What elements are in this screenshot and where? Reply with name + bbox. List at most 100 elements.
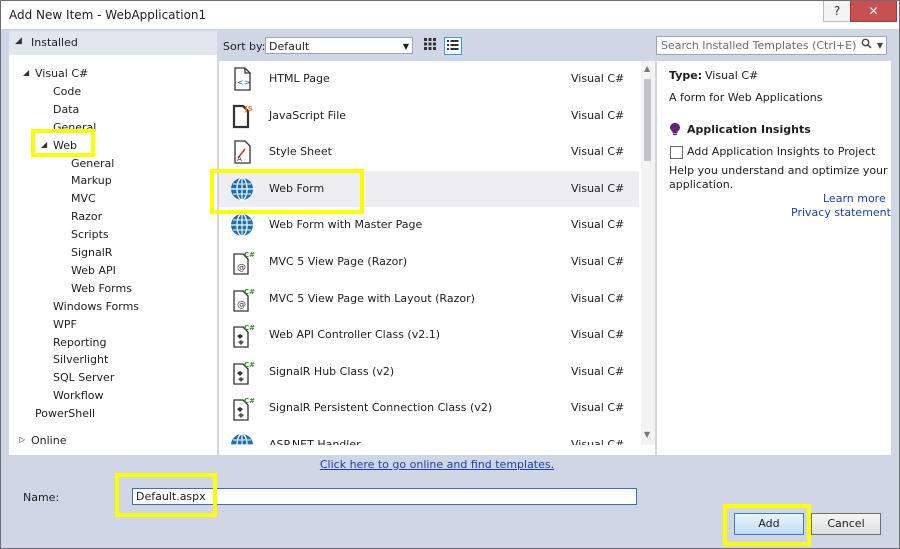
template-row[interactable]: C# SignalR Hub Class (v2) Visual C# [219, 354, 639, 390]
template-language: Visual C# [571, 72, 625, 85]
mvc-view-page-icon: @ C# [229, 249, 255, 275]
tree-item[interactable]: SQL Server [53, 371, 114, 384]
tree-item-online[interactable]: ▷ Online [19, 434, 67, 447]
list-view-icon[interactable] [444, 37, 462, 55]
tree-item[interactable]: General [53, 121, 96, 134]
template-row[interactable]: ASP.NET Handler Visual C# [219, 427, 639, 445]
svg-text:C#: C# [244, 324, 255, 332]
tree-item-label: WPF [53, 317, 77, 331]
tree-item-label: Web [53, 138, 77, 152]
tree-item[interactable]: SignalR [71, 246, 112, 259]
web-form-globe-icon [229, 212, 255, 238]
expand-arrow-icon[interactable]: ▷ [19, 435, 25, 444]
template-row[interactable]: A Style Sheet Visual C# [219, 134, 639, 170]
template-row[interactable]: @ C# MVC 5 View Page with Layout (Razor) Vi… [219, 281, 639, 317]
template-language: Visual C# [571, 438, 625, 445]
tree-item[interactable]: MVC [71, 192, 96, 205]
tree-item-label: MVC [71, 192, 96, 206]
template-row[interactable]: JS JavaScript File Visual C# [219, 98, 639, 134]
tree-item-label: PowerShell [35, 407, 96, 421]
online-templates-link[interactable]: Click here to go online and find templat… [219, 458, 655, 471]
application-insights-help-line2: application. [669, 178, 734, 191]
expand-arrow-icon[interactable]: ◢ [23, 68, 29, 77]
privacy-statement-link[interactable]: Privacy statement [791, 206, 891, 219]
type-label: Type: [669, 69, 703, 82]
svg-text:C#: C# [244, 288, 255, 296]
application-insights-title: Application Insights [687, 123, 811, 136]
tree-item[interactable]: Web API [71, 264, 116, 277]
cancel-button[interactable]: Cancel [811, 513, 881, 535]
tree-item[interactable]: Reporting [53, 336, 106, 349]
tree-item[interactable]: WPF [53, 318, 77, 331]
tree-item-label: Web Forms [71, 281, 132, 295]
tree-item-label: Code [53, 84, 82, 98]
template-language: Visual C# [571, 401, 625, 415]
dialog-footer: Name: Default.aspx Add Cancel [1, 479, 899, 548]
add-application-insights-label[interactable]: Add Application Insights to Project [687, 145, 875, 158]
expand-arrow-icon[interactable]: ◢ [41, 140, 47, 149]
template-name: MVC 5 View Page (Razor) [269, 255, 408, 268]
grid-view-icon[interactable] [421, 37, 439, 55]
tree-item[interactable]: Workflow [53, 389, 104, 402]
tree-item[interactable]: General [71, 157, 114, 170]
javascript-file-icon: JS [229, 103, 255, 129]
template-list-scrollbar[interactable]: ▲ ▼ [641, 61, 655, 445]
tree-item-label: Data [53, 102, 80, 116]
search-placeholder: Search Installed Templates (Ctrl+E) [661, 39, 857, 52]
template-name: Web Form [269, 181, 325, 195]
scroll-up-arrow-icon[interactable]: ▲ [644, 64, 650, 73]
tree-item[interactable]: Silverlight [53, 353, 108, 366]
web-form-globe-icon [229, 432, 255, 445]
template-search-input[interactable]: Search Installed Templates (Ctrl+E) ▼ [656, 36, 887, 55]
mvc-view-page-icon: @ C# [229, 286, 255, 312]
tree-item[interactable]: Windows Forms [53, 300, 139, 313]
template-row[interactable]: C# SignalR Persistent Connection Class (v… [219, 390, 639, 426]
template-row[interactable]: Web Form with Master Page Visual C# [219, 207, 639, 243]
template-language: Visual C# [571, 145, 625, 159]
tree-item[interactable]: Web ◢ [41, 138, 77, 152]
template-name: Web Form with Master Page [269, 218, 423, 232]
tree-item[interactable]: Visual C# ◢ [23, 67, 88, 80]
chevron-down-icon: ▼ [402, 42, 409, 51]
template-row[interactable]: <> HTML Page Visual C# [219, 61, 639, 97]
template-language: Visual C# [571, 328, 625, 342]
svg-text:JS: JS [244, 105, 253, 113]
tree-item-label: Scripts [71, 228, 109, 242]
scroll-thumb[interactable] [644, 79, 651, 161]
tree-item[interactable]: Scripts [71, 228, 109, 241]
add-button[interactable]: Add [734, 513, 804, 535]
template-language: Visual C# [571, 108, 625, 122]
tree-item-label: Online [31, 434, 67, 447]
template-language: Visual C# [571, 181, 625, 195]
tree-item[interactable]: Markup [71, 174, 112, 187]
installed-header[interactable]: ◢ Installed [9, 31, 217, 55]
help-button[interactable]: ? [823, 1, 851, 22]
name-input[interactable]: Default.aspx [132, 488, 637, 505]
template-row[interactable]: Web Form Visual C# [219, 170, 639, 207]
search-icon[interactable] [861, 37, 872, 54]
tree-item[interactable]: PowerShell [35, 407, 95, 420]
template-language: Visual C# [571, 364, 625, 378]
application-insights-icon [669, 122, 681, 139]
search-options-chevron-icon[interactable]: ▼ [877, 37, 883, 54]
add-application-insights-checkbox[interactable] [670, 146, 683, 159]
sort-by-dropdown[interactable]: Default ▼ [265, 37, 413, 54]
learn-more-link[interactable]: Learn more [823, 192, 886, 205]
csharp-class-icon: C# [229, 395, 255, 422]
tree-item[interactable]: Web Forms [71, 282, 132, 295]
close-button[interactable]: ✕ [850, 1, 897, 22]
template-row[interactable]: @ C# MVC 5 View Page (Razor) Visual C# [219, 244, 639, 280]
tree-item[interactable]: Data [53, 103, 79, 116]
collapse-arrow-icon: ◢ [15, 36, 22, 46]
template-name: SignalR Hub Class (v2) [269, 364, 395, 378]
tree-item[interactable]: Razor [71, 210, 102, 223]
scroll-down-arrow-icon[interactable]: ▼ [644, 430, 650, 439]
csharp-class-icon: C# [229, 322, 255, 348]
template-name: Style Sheet [269, 145, 332, 159]
web-form-globe-icon [229, 176, 255, 202]
tree-item[interactable]: Code [53, 85, 81, 98]
svg-text:C#: C# [244, 361, 255, 369]
tree-item-label: Windows Forms [53, 299, 140, 313]
svg-text:@: @ [237, 263, 246, 273]
template-row[interactable]: C# Web API Controller Class (v2.1) Visual … [219, 317, 639, 353]
